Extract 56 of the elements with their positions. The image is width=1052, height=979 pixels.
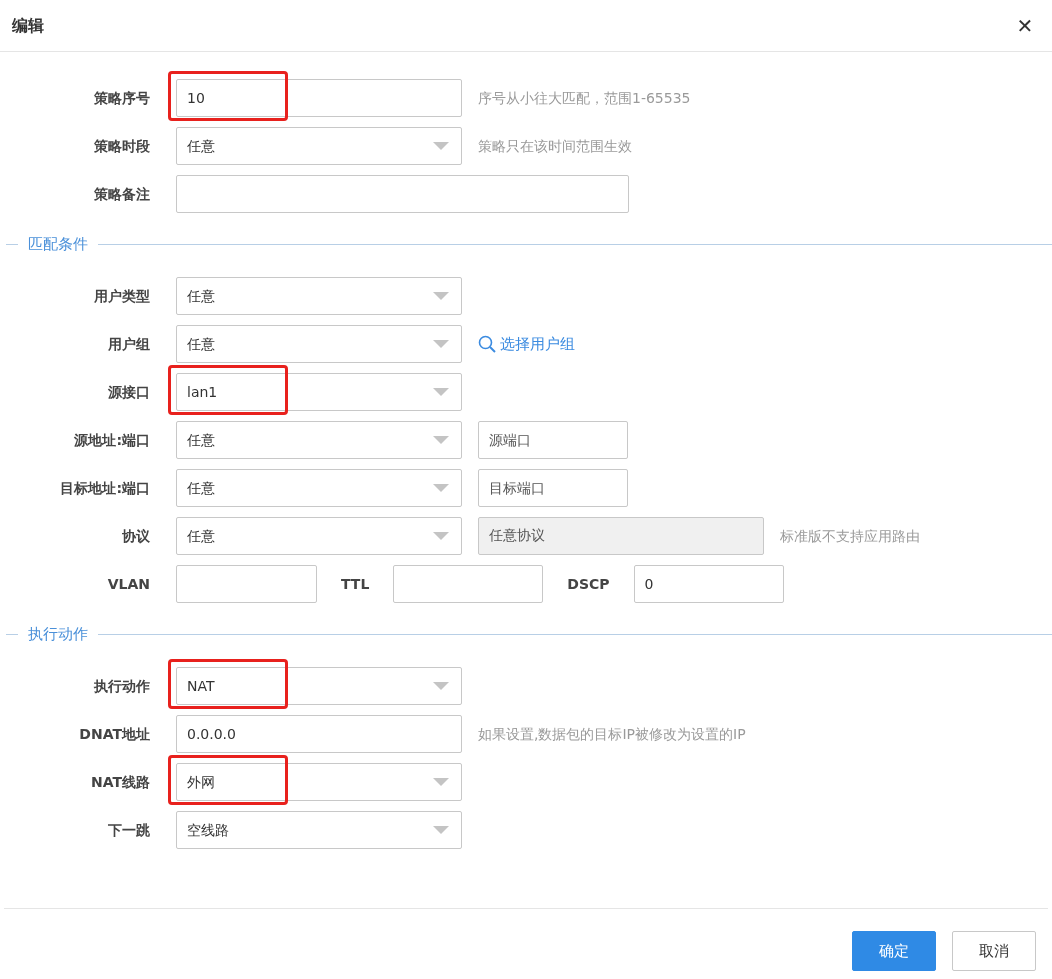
dropdown-field[interactable]: 任意	[176, 325, 462, 363]
dropdown-field[interactable]: 外网	[176, 763, 462, 801]
close-button[interactable]: ✕	[1010, 10, 1040, 41]
input-field[interactable]: 0.0.0.0	[176, 715, 462, 753]
input-field[interactable]	[176, 175, 629, 213]
field-label: 下一跳	[107, 820, 150, 840]
dropdown-caret-icon	[433, 340, 449, 348]
input-field[interactable]: 10	[176, 79, 462, 117]
field-label: DNAT地址	[78, 724, 150, 744]
dropdown-caret-icon	[433, 142, 449, 150]
dropdown-caret-icon	[433, 436, 449, 444]
hint-text: 如果设置,数据包的目标IP被修改为设置的IP	[478, 724, 746, 744]
hint-text: 标准版不支持应用路由	[780, 526, 920, 546]
dropdown-field[interactable]: 空线路	[176, 811, 462, 849]
input-field[interactable]	[393, 565, 544, 603]
field-label: 用户类型	[93, 286, 150, 306]
hint-text: 策略只在该时间范围生效	[478, 136, 632, 156]
hint-text: 序号从小往大匹配，范围1-65535	[478, 88, 691, 108]
dropdown-field[interactable]: 任意	[176, 469, 462, 507]
dropdown-field[interactable]: 任意	[176, 127, 462, 165]
dropdown-field[interactable]: lan1	[176, 373, 462, 411]
field-label: 源地址:端口	[73, 430, 150, 450]
dropdown-caret-icon	[433, 532, 449, 540]
dropdown-caret-icon	[433, 826, 449, 834]
field-label: DSCP	[567, 574, 610, 594]
dropdown-caret-icon	[433, 484, 449, 492]
field-label: 策略序号	[93, 88, 150, 108]
input-field[interactable]: 目标端口	[478, 469, 628, 507]
confirm-button[interactable]: 确定	[852, 931, 936, 971]
dropdown-field[interactable]: 任意	[176, 421, 462, 459]
field-label: 策略时段	[93, 136, 150, 156]
dropdown-caret-icon	[433, 682, 449, 690]
dialog-title: 编辑	[12, 14, 44, 37]
input-field[interactable]	[176, 565, 317, 603]
field-label: VLAN	[106, 574, 150, 594]
dropdown-field[interactable]: 任意	[176, 277, 462, 315]
dropdown-caret-icon	[433, 292, 449, 300]
dropdown-caret-icon	[433, 388, 449, 396]
select-user-group-link[interactable]: 选择用户组	[478, 332, 575, 356]
dropdown-field[interactable]: 任意	[176, 517, 462, 555]
section-title: 执行动作	[28, 623, 88, 645]
input-field[interactable]: 0	[633, 565, 784, 603]
field-label: TTL	[341, 574, 370, 594]
dropdown-field[interactable]: NAT	[176, 667, 462, 705]
field-label: 协议	[121, 526, 150, 546]
input-field[interactable]: 源端口	[478, 421, 628, 459]
field-label: 源接口	[107, 382, 150, 402]
field-label: 用户组	[107, 334, 150, 354]
field-label: NAT线路	[90, 772, 150, 792]
cancel-button[interactable]: 取消	[952, 931, 1036, 971]
field-label: 执行动作	[93, 676, 150, 696]
field-label: 策略备注	[93, 184, 150, 204]
section-title: 匹配条件	[28, 233, 88, 255]
field-label: 目标地址:端口	[59, 478, 150, 498]
dropdown-caret-icon	[433, 778, 449, 786]
search-icon	[478, 335, 496, 353]
